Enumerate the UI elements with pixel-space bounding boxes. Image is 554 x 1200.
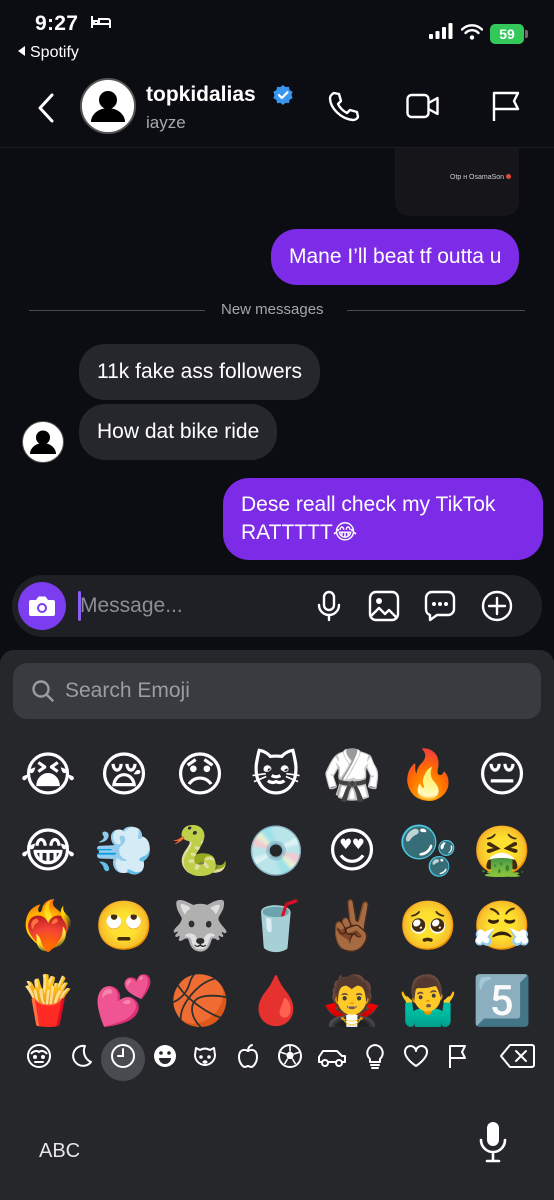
emoji-key[interactable]: 😂 xyxy=(16,819,80,883)
emoji-key[interactable]: 💕 xyxy=(92,969,156,1033)
gallery-icon[interactable] xyxy=(367,589,401,623)
shared-media-caption: Otp ʜ OsamaSon xyxy=(450,174,512,181)
category-activity-ball-icon[interactable] xyxy=(276,1042,304,1070)
emoji-key[interactable]: 😪 xyxy=(92,743,156,807)
emoji-keyboard: 😭 😪 😞 🐱 🥋 🔥 😔 😂 💨 🐍 💿 😍 🫧 🤮 ❤️‍🔥 🙄 🐺 🥤 ✌… xyxy=(0,650,554,1200)
contact-avatar[interactable] xyxy=(80,78,136,134)
category-recent-clock-icon[interactable] xyxy=(109,1042,137,1070)
emoji-key[interactable]: 💿 xyxy=(244,819,308,883)
chat-header: topkidalias iayze xyxy=(0,70,554,148)
battery-indicator: 59 xyxy=(490,24,524,44)
camera-button[interactable] xyxy=(18,582,66,630)
emoji-key[interactable]: 😍 xyxy=(320,819,384,883)
divider-line-left xyxy=(29,310,205,311)
emoji-key[interactable]: 😔 xyxy=(470,743,534,807)
emoji-key[interactable]: 🥋 xyxy=(320,743,384,807)
message-composer xyxy=(12,575,542,637)
emoji-key[interactable]: 😤 xyxy=(470,894,534,958)
emoji-key[interactable]: 🩸 xyxy=(244,969,308,1033)
wifi-icon xyxy=(461,24,483,40)
emoji-search-bar[interactable] xyxy=(13,663,541,719)
emoji-key[interactable]: 💨 xyxy=(92,819,156,883)
contact-username[interactable]: topkidalias xyxy=(146,83,256,107)
message-input[interactable] xyxy=(80,587,300,625)
message-bubble-outgoing[interactable]: Dese reall check my TikTok RATTTTT😂 xyxy=(223,478,543,560)
emoji-key[interactable]: 🫧 xyxy=(396,819,460,883)
message-line: RATTTTT😂 xyxy=(241,521,358,544)
video-call-icon[interactable] xyxy=(406,89,440,123)
verified-badge-icon xyxy=(273,85,293,105)
emoji-key[interactable]: 🐱 xyxy=(244,743,308,807)
category-symbols-heart-icon[interactable] xyxy=(402,1042,430,1070)
emoji-key[interactable]: 🥺 xyxy=(396,894,460,958)
back-chevron-icon[interactable] xyxy=(35,92,57,124)
emoji-key[interactable]: 5️⃣ xyxy=(470,969,534,1033)
emoji-key[interactable]: 🤮 xyxy=(470,819,534,883)
backspace-delete-icon[interactable] xyxy=(500,1043,536,1069)
camera-icon xyxy=(29,596,55,616)
back-to-app-link[interactable]: Spotify xyxy=(18,44,79,62)
back-arrow-icon xyxy=(18,46,25,56)
emoji-key[interactable]: 🙄 xyxy=(92,894,156,958)
message-bubble-incoming[interactable]: 11k fake ass followers xyxy=(79,344,321,400)
sleep-focus-icon xyxy=(91,16,111,28)
default-avatar-icon xyxy=(23,422,63,462)
category-food-apple-icon[interactable] xyxy=(234,1042,262,1070)
emoji-key[interactable]: 🐺 xyxy=(168,894,232,958)
emoji-key[interactable]: ❤️‍🔥 xyxy=(16,894,80,958)
add-circle-icon[interactable] xyxy=(480,589,514,623)
search-icon xyxy=(32,680,54,702)
category-smileys-icon[interactable] xyxy=(151,1042,179,1070)
divider-line-right xyxy=(347,310,525,311)
category-animals-icon[interactable] xyxy=(191,1042,219,1070)
abc-keyboard-switch[interactable]: ABC xyxy=(39,1140,80,1163)
dictation-mic-icon[interactable] xyxy=(478,1120,508,1164)
emoji-key[interactable]: 😞 xyxy=(168,743,232,807)
emoji-key[interactable]: 🏀 xyxy=(168,969,232,1033)
message-bubble-incoming[interactable]: How dat bike ride xyxy=(79,404,278,460)
category-moon-icon[interactable] xyxy=(67,1042,95,1070)
contact-subtitle: iayze xyxy=(146,113,186,132)
emoji-key[interactable]: 🐍 xyxy=(168,819,232,883)
emoji-key[interactable]: 🧛 xyxy=(320,969,384,1033)
status-bar: 9:27 Spotify 59 xyxy=(0,0,554,70)
emoji-key[interactable]: 😭 xyxy=(16,743,80,807)
emoji-key[interactable]: 🥤 xyxy=(244,894,308,958)
category-objects-bulb-icon[interactable] xyxy=(361,1042,389,1070)
sticker-chat-icon[interactable] xyxy=(423,589,457,623)
status-time: 9:27 xyxy=(35,12,79,35)
category-people-icon[interactable] xyxy=(25,1042,53,1070)
microphone-icon[interactable] xyxy=(312,589,346,623)
report-flag-icon[interactable] xyxy=(489,89,523,123)
shared-video-thumbnail[interactable]: Otp ʜ OsamaSon xyxy=(395,148,519,216)
battery-tip xyxy=(525,30,528,38)
new-messages-divider: New messages xyxy=(221,301,324,318)
message-line: Dese reall check my TikTok xyxy=(241,493,496,516)
default-avatar-icon xyxy=(82,80,134,132)
category-travel-car-icon[interactable] xyxy=(316,1042,348,1070)
emoji-key[interactable]: 🔥 xyxy=(396,743,460,807)
back-app-label: Spotify xyxy=(30,44,79,61)
category-flags-icon[interactable] xyxy=(444,1042,472,1070)
phone-call-icon[interactable] xyxy=(326,89,360,123)
message-bubble-outgoing[interactable]: Mane I’ll beat tf outta u xyxy=(271,229,520,285)
emoji-search-input[interactable] xyxy=(65,672,505,710)
emoji-key[interactable]: ✌🏾 xyxy=(320,894,384,958)
cellular-signal-icon xyxy=(429,23,453,39)
emoji-key[interactable]: 🍟 xyxy=(16,969,80,1033)
sender-avatar[interactable] xyxy=(22,421,64,463)
emoji-key[interactable]: 🤷‍♂️ xyxy=(396,969,460,1033)
